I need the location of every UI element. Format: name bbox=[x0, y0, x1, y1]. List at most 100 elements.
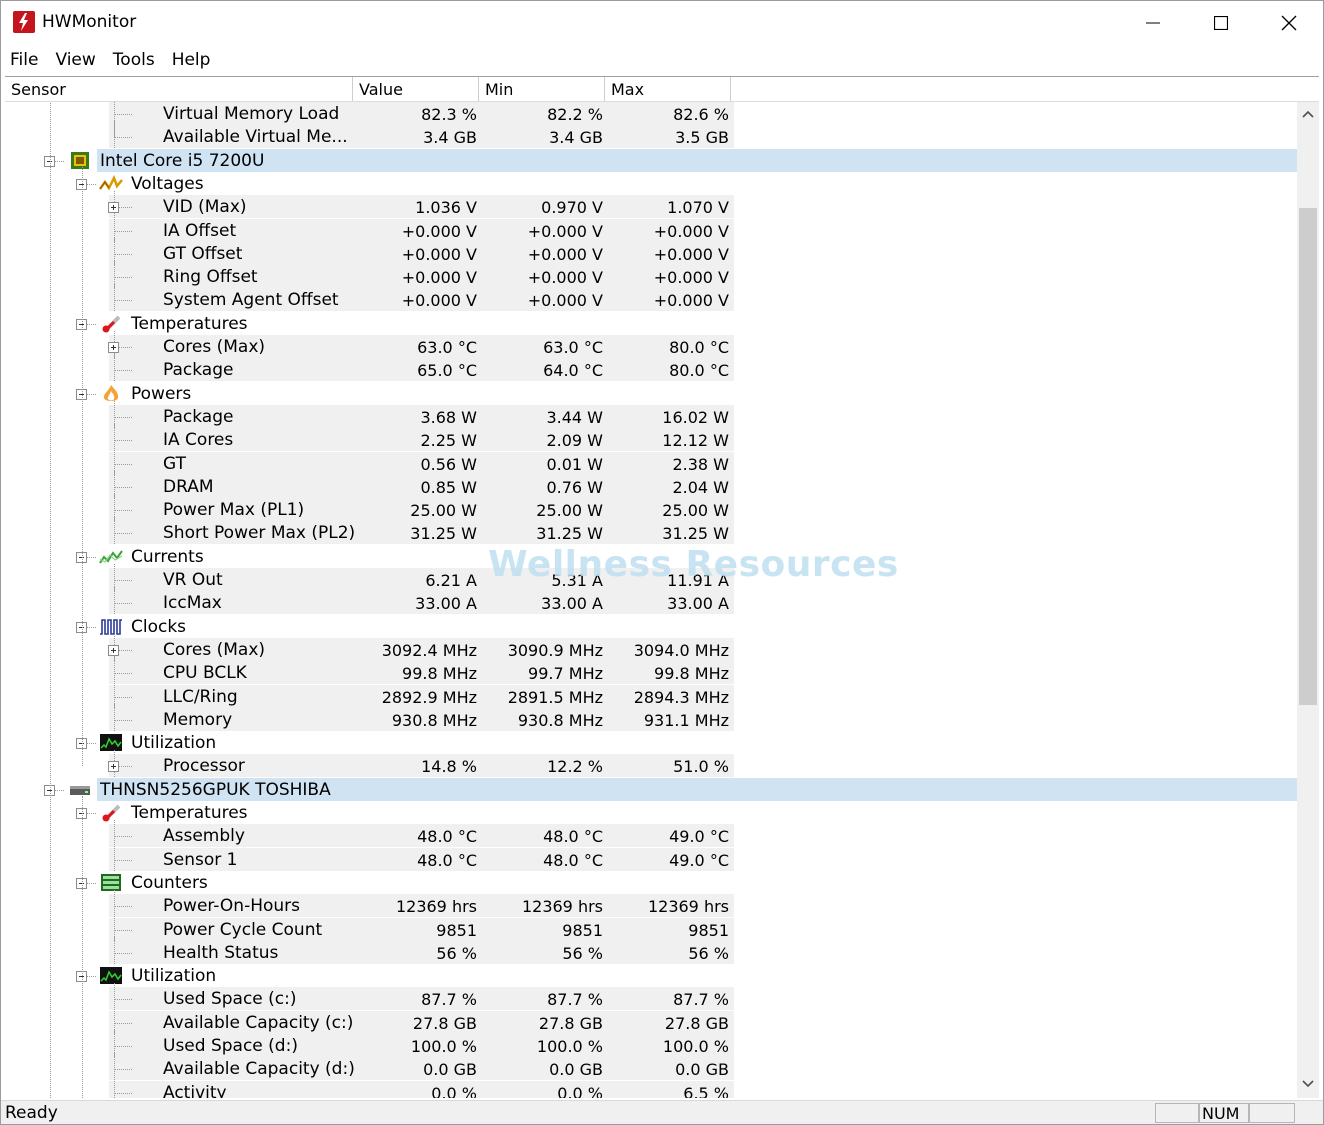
sensor-min bbox=[483, 615, 603, 638]
sensor-row[interactable]: IA Cores 2.25 W 2.09 W 12.12 W bbox=[5, 424, 1297, 452]
sensor-value bbox=[357, 964, 477, 987]
scroll-thumb[interactable] bbox=[1299, 208, 1317, 705]
sensor-row[interactable]: Package 3.68 W 3.44 W 16.02 W bbox=[5, 400, 1297, 428]
menu-tools[interactable]: Tools bbox=[104, 45, 163, 73]
sensor-row[interactable]: IA Offset +0.000 V +0.000 V +0.000 V bbox=[5, 214, 1297, 242]
tree-group-row[interactable]: Voltages bbox=[5, 172, 1297, 195]
sensor-row[interactable]: System Agent Offset +0.000 V +0.000 V +0.00… bbox=[5, 284, 1297, 312]
sensor-max: 0.0 GB bbox=[675, 1060, 729, 1080]
sensor-row[interactable]: LLC/Ring 2892.9 MHz 2891.5 MHz 2894.3 MHz bbox=[5, 680, 1297, 708]
menu-view[interactable]: View bbox=[46, 45, 103, 73]
sensor-value bbox=[357, 801, 477, 824]
sensor-max: 3.5 GB bbox=[675, 128, 729, 148]
sensor-label: IA Offset bbox=[163, 220, 237, 241]
column-sensor[interactable]: Sensor bbox=[5, 77, 353, 101]
sensor-min bbox=[483, 382, 603, 405]
sensor-tree[interactable]: Virtual Memory Load 82.3 % 82.2 % 82.6 % Ava… bbox=[5, 102, 1297, 1098]
sensor-min: 48.0 °C bbox=[543, 827, 603, 847]
sensor-row[interactable]: Virtual Memory Load 82.3 % 82.2 % 82.6 % bbox=[5, 102, 1297, 125]
minimize-button[interactable] bbox=[1119, 1, 1187, 45]
sensor-row[interactable]: Used Space (c:) 87.7 % 87.7 % 87.7 % bbox=[5, 983, 1297, 1011]
sensor-value: 0.56 W bbox=[420, 454, 477, 474]
tree-group-row[interactable]: Powers bbox=[5, 382, 1297, 405]
sensor-label: Cores (Max) bbox=[163, 639, 266, 660]
menu-bar: File View Tools Help bbox=[1, 45, 1323, 73]
sensor-label: GT Offset bbox=[163, 243, 243, 264]
sensor-label: Power Cycle Count bbox=[163, 919, 323, 940]
menu-file[interactable]: File bbox=[1, 45, 46, 73]
vertical-scrollbar[interactable] bbox=[1297, 102, 1319, 1098]
expand-icon[interactable] bbox=[108, 761, 119, 773]
sensor-row[interactable]: Package 65.0 °C 64.0 °C 80.0 °C bbox=[5, 354, 1297, 382]
sensor-label: Sensor 1 bbox=[163, 849, 238, 870]
sensor-row[interactable]: Available Capacity (c:) 27.8 GB 27.8 GB 27.… bbox=[5, 1006, 1297, 1034]
tree-group-row[interactable]: Utilization bbox=[5, 731, 1297, 754]
tree-group-row[interactable]: Temperatures bbox=[5, 801, 1297, 824]
sensor-row[interactable]: Available Capacity (d:) 0.0 GB 0.0 GB 0.0 G… bbox=[5, 1053, 1297, 1081]
expand-icon[interactable] bbox=[108, 342, 119, 353]
sensor-max: 87.7 % bbox=[673, 990, 729, 1010]
scroll-down-icon[interactable] bbox=[1302, 1078, 1314, 1090]
sensor-row[interactable]: IccMax 33.00 A 33.00 A 33.00 A bbox=[5, 587, 1297, 615]
tree-group-row[interactable]: Clocks bbox=[5, 615, 1297, 638]
sensor-label: Short Power Max (PL2) bbox=[163, 523, 356, 544]
sensor-label: Power-On-Hours bbox=[163, 896, 301, 917]
column-min[interactable]: Min bbox=[479, 77, 605, 101]
sensor-row[interactable]: Sensor 1 48.0 °C 48.0 °C 49.0 °C bbox=[5, 843, 1297, 871]
sensor-row[interactable]: Power-On-Hours 12369 hrs 12369 hrs 12369 hr… bbox=[5, 890, 1297, 918]
expand-icon[interactable] bbox=[108, 644, 119, 656]
tree-group-row[interactable]: Counters bbox=[5, 871, 1297, 894]
sensor-label: DRAM bbox=[163, 476, 214, 497]
sensor-value: 25.00 W bbox=[410, 501, 477, 521]
column-max[interactable]: Max bbox=[605, 77, 731, 101]
sensor-row[interactable]: Assembly 48.0 °C 48.0 °C 49.0 °C bbox=[5, 820, 1297, 848]
sensor-label: Used Space (d:) bbox=[163, 1036, 298, 1056]
sensor-max: 2894.3 MHz bbox=[633, 687, 729, 707]
sensor-label: Intel Core i5 7200U bbox=[100, 150, 265, 171]
sensor-row[interactable]: Power Cycle Count 9851 9851 9851 bbox=[5, 913, 1297, 941]
sensor-row[interactable]: CPU BCLK 99.8 MHz 99.7 MHz 99.8 MHz bbox=[5, 657, 1297, 685]
sensor-row[interactable]: Memory 930.8 MHz 930.8 MHz 931.1 MHz bbox=[5, 703, 1297, 731]
menu-help[interactable]: Help bbox=[163, 45, 219, 73]
sensor-label: System Agent Offset bbox=[163, 290, 339, 311]
sensor-row[interactable]: VID (Max) 1.036 V 0.970 V 1.070 V bbox=[5, 191, 1297, 219]
close-button[interactable] bbox=[1255, 1, 1323, 45]
status-num-indicator: NUM bbox=[1199, 1103, 1249, 1123]
sensor-row[interactable]: DRAM 0.85 W 0.76 W 2.04 W bbox=[5, 470, 1297, 498]
sensor-row[interactable]: Cores (Max) 63.0 °C 63.0 °C 80.0 °C bbox=[5, 331, 1297, 358]
sensor-min: 56 % bbox=[562, 943, 603, 963]
column-value[interactable]: Value bbox=[353, 77, 479, 101]
tree-group-row[interactable]: Utilization bbox=[5, 964, 1297, 987]
sensor-row[interactable]: Processor 14.8 % 12.2 % 51.0 % bbox=[5, 750, 1297, 778]
tree-connector bbox=[114, 603, 132, 605]
sensor-row[interactable]: GT 0.56 W 0.01 W 2.38 W bbox=[5, 447, 1297, 475]
sensor-value: 87.7 % bbox=[421, 990, 477, 1010]
tree-group-row[interactable]: Temperatures bbox=[5, 312, 1297, 335]
sensor-row[interactable]: Short Power Max (PL2) 31.25 W 31.25 W 31.25… bbox=[5, 517, 1297, 545]
scroll-up-icon[interactable] bbox=[1302, 108, 1314, 120]
tree-device-row[interactable]: THNSN5256GPUK TOSHIBA bbox=[5, 777, 1297, 801]
sensor-row[interactable]: Health Status 56 % 56 % 56 % bbox=[5, 936, 1297, 964]
sensor-value bbox=[357, 149, 477, 172]
sensor-value: 9851 bbox=[436, 920, 477, 940]
sensor-min: 3.44 W bbox=[546, 407, 603, 427]
sensor-row[interactable]: Power Max (PL1) 25.00 W 25.00 W 25.00 W bbox=[5, 494, 1297, 522]
sensor-max: 9851 bbox=[688, 920, 729, 940]
tree-connector bbox=[114, 1046, 132, 1047]
tree-guide-line bbox=[82, 166, 83, 767]
sensor-row[interactable]: Ring Offset +0.000 V +0.000 V +0.000 V bbox=[5, 261, 1297, 289]
tree-device-row[interactable]: Intel Core i5 7200U bbox=[5, 148, 1297, 172]
title-bar[interactable]: HWMonitor bbox=[1, 1, 1323, 45]
sensor-row[interactable]: Used Space (d:) 100.0 % 100.0 % 100.0 % bbox=[5, 1030, 1297, 1057]
expand-icon[interactable] bbox=[108, 202, 119, 214]
tree-connector bbox=[114, 533, 132, 535]
sensor-max bbox=[609, 964, 729, 987]
sensor-row[interactable]: Cores (Max) 3092.4 MHz 3090.9 MHz 3094.0 MH… bbox=[5, 633, 1297, 661]
sensor-row[interactable]: GT Offset +0.000 V +0.000 V +0.000 V bbox=[5, 237, 1297, 265]
sensor-row[interactable]: Available Virtual Me... 3.4 GB 3.4 GB 3.5 G… bbox=[5, 121, 1297, 149]
sensor-row[interactable]: Activity 0.0 % 0.0 % 6.5 % bbox=[5, 1076, 1297, 1098]
maximize-button[interactable] bbox=[1187, 1, 1255, 45]
sensor-label: GT bbox=[163, 453, 186, 474]
sensor-min: 3.4 GB bbox=[549, 128, 603, 148]
sensor-value: 14.8 % bbox=[421, 757, 477, 777]
